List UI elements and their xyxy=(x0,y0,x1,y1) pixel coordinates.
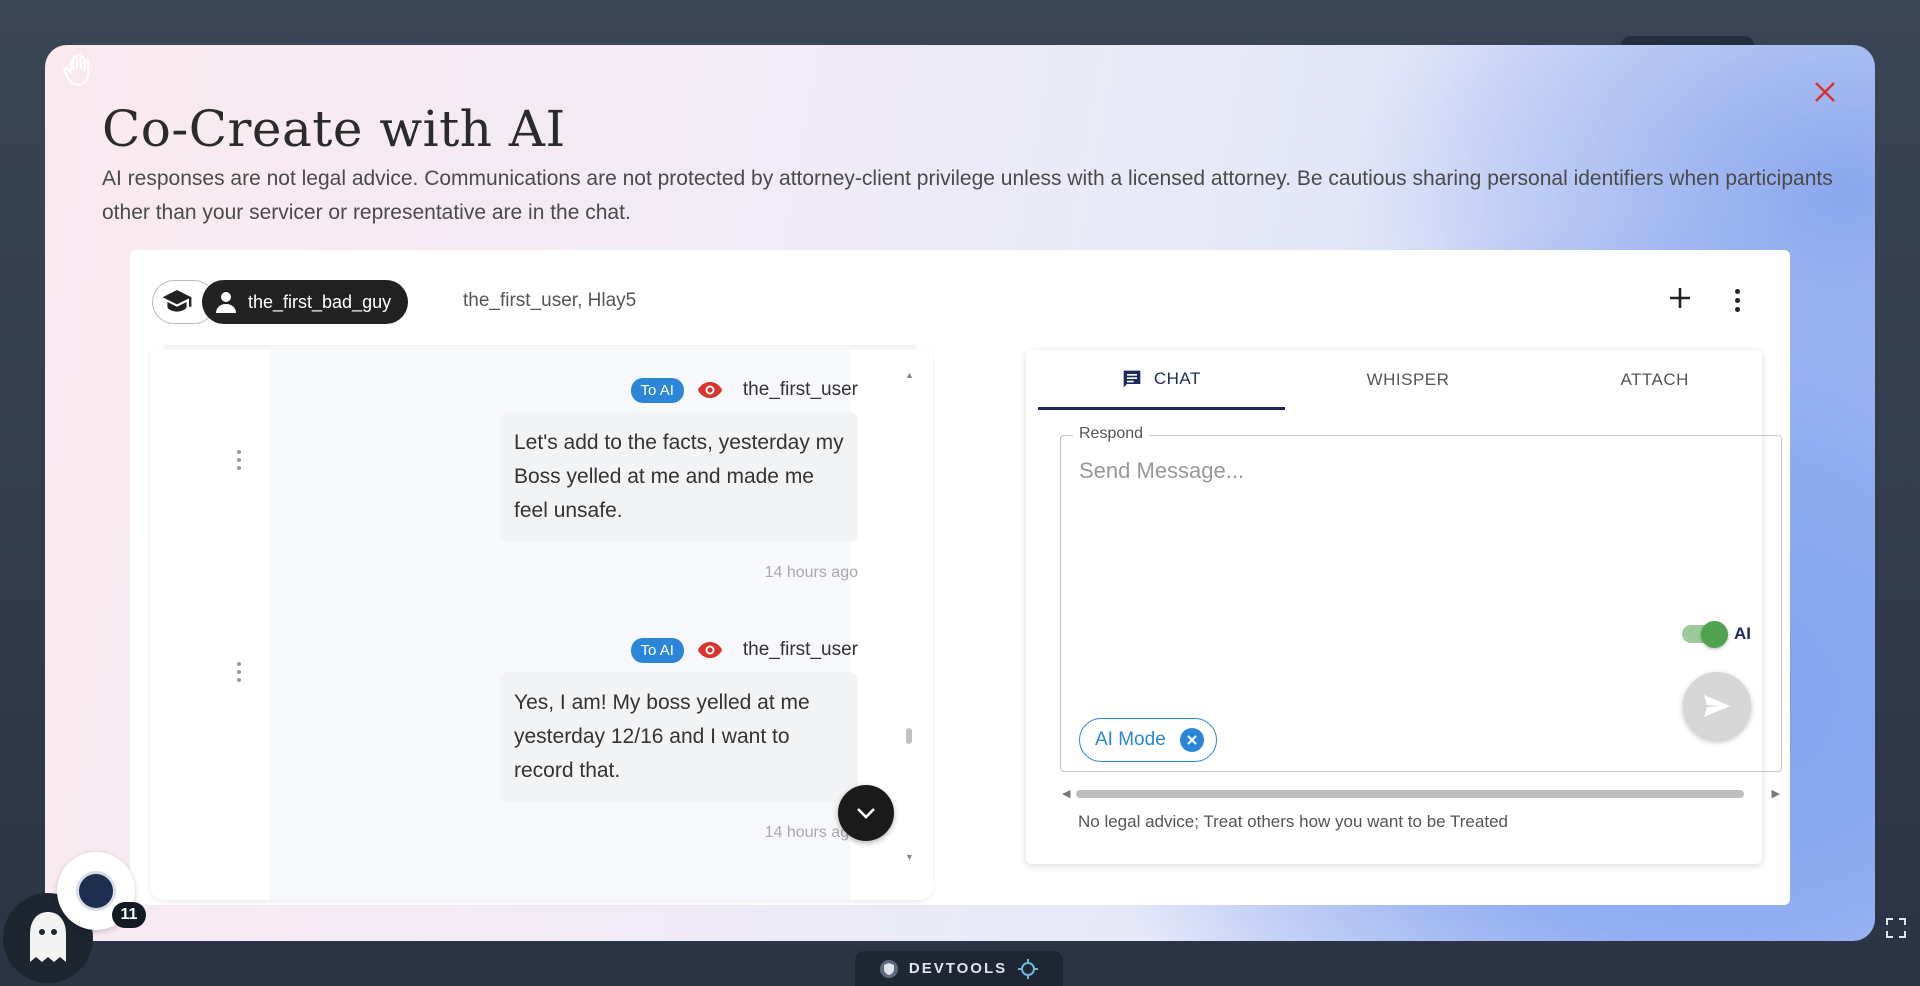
message-item: To AI the_first_user Let's add to the fa… xyxy=(498,376,858,582)
message-bubble: Yes, I am! My boss yelled at me yesterda… xyxy=(500,672,858,802)
ghost-icon xyxy=(30,912,66,962)
add-button[interactable] xyxy=(1660,280,1700,320)
eye-icon[interactable] xyxy=(697,641,723,659)
horizontal-scrollbar-thumb[interactable] xyxy=(1076,790,1744,798)
modal-title: Co-Create with AI xyxy=(102,100,566,158)
tab-chat-label: CHAT xyxy=(1153,368,1201,388)
message-scrollbar[interactable]: ▲ ▼ xyxy=(905,370,914,862)
message-actions-icon[interactable] xyxy=(237,662,243,682)
tab-attach-label: ATTACH xyxy=(1620,370,1689,389)
scroll-down-arrow-icon[interactable]: ▼ xyxy=(905,852,914,862)
more-vert-icon xyxy=(1734,288,1740,294)
ai-mode-chip[interactable]: AI Mode xyxy=(1079,718,1217,762)
message-actions-icon[interactable] xyxy=(237,450,243,470)
role-toggle-group: the_first_bad_guy xyxy=(152,280,409,324)
ai-toggle[interactable]: AI xyxy=(1682,621,1751,648)
expand-icon[interactable] xyxy=(1886,918,1908,940)
message-bubble: Let's add to the facts, yesterday my Bos… xyxy=(500,412,858,542)
hand-pointer-icon[interactable] xyxy=(60,53,94,93)
chip-remove-icon[interactable] xyxy=(1179,728,1204,752)
disclaimer-text: AI responses are not legal advice. Commu… xyxy=(102,167,1833,224)
shield-icon xyxy=(879,959,898,978)
to-ai-badge: To AI xyxy=(630,637,684,663)
scrollbar-thumb[interactable] xyxy=(906,728,912,744)
crosshair-icon[interactable] xyxy=(1017,958,1039,980)
participants-list: the_first_user, Hlay5 xyxy=(463,290,637,311)
horizontal-scrollbar[interactable]: ◀ ▶ xyxy=(1060,787,1782,801)
close-button[interactable] xyxy=(1807,75,1843,111)
chat-panel: the_first_bad_guy the_first_user, Hlay5 … xyxy=(130,250,1790,905)
devtools-bar[interactable]: DEVTOOLS xyxy=(855,951,1063,986)
notification-count-badge: 11 xyxy=(112,902,146,928)
user-chip-label: the_first_bad_guy xyxy=(248,291,392,312)
eye-icon[interactable] xyxy=(697,381,723,399)
message-timestamp: 14 hours ago xyxy=(764,824,858,841)
to-ai-badge: To AI xyxy=(630,377,684,403)
compose-panel: CHAT WHISPER ATTACH Respond AI xyxy=(1026,350,1782,864)
compose-footnote: No legal advice; Treat others how you wa… xyxy=(1078,812,1508,831)
scroll-to-bottom-button[interactable] xyxy=(838,785,894,841)
message-author: the_first_user xyxy=(742,379,858,400)
more-options-button[interactable] xyxy=(1722,280,1752,320)
person-icon xyxy=(216,292,236,313)
ai-toggle-knob[interactable] xyxy=(1701,621,1728,648)
chevron-down-icon xyxy=(857,808,875,819)
message-list[interactable]: To AI the_first_user Let's add to the fa… xyxy=(150,350,933,900)
scroll-right-arrow-icon[interactable]: ▶ xyxy=(1772,787,1780,800)
respond-field[interactable]: Respond AI AI Mode xyxy=(1060,425,1782,772)
respond-label: Respond xyxy=(1073,425,1150,443)
logo-icon xyxy=(76,871,116,911)
message-item: To AI the_first_user Yes, I am! My boss … xyxy=(498,636,858,842)
graduation-cap-icon xyxy=(162,290,192,312)
ai-toggle-label: AI xyxy=(1734,624,1751,643)
compose-tabs: CHAT WHISPER ATTACH xyxy=(1038,350,1778,410)
ai-toggle-track[interactable] xyxy=(1682,621,1728,648)
send-button[interactable] xyxy=(1683,672,1751,740)
scroll-up-arrow-icon[interactable]: ▲ xyxy=(905,370,914,380)
message-author: the_first_user xyxy=(742,639,858,660)
message-timestamp: 14 hours ago xyxy=(764,564,858,581)
tab-attach[interactable]: ATTACH xyxy=(1531,350,1778,410)
devtools-label: DEVTOOLS xyxy=(908,960,1008,977)
send-icon xyxy=(1704,695,1730,717)
plus-icon xyxy=(1670,288,1690,308)
chat-icon xyxy=(1123,370,1141,387)
tab-whisper[interactable]: WHISPER xyxy=(1285,350,1532,410)
scroll-left-arrow-icon[interactable]: ◀ xyxy=(1062,787,1070,800)
message-input[interactable] xyxy=(1079,458,1679,484)
role-toggle-user[interactable]: the_first_bad_guy xyxy=(202,280,409,324)
co-create-modal: Co-Create with AI AI responses are not l… xyxy=(45,45,1875,941)
ai-mode-chip-label: AI Mode xyxy=(1095,729,1166,750)
tab-chat[interactable]: CHAT xyxy=(1038,350,1285,410)
tab-whisper-label: WHISPER xyxy=(1366,370,1450,389)
